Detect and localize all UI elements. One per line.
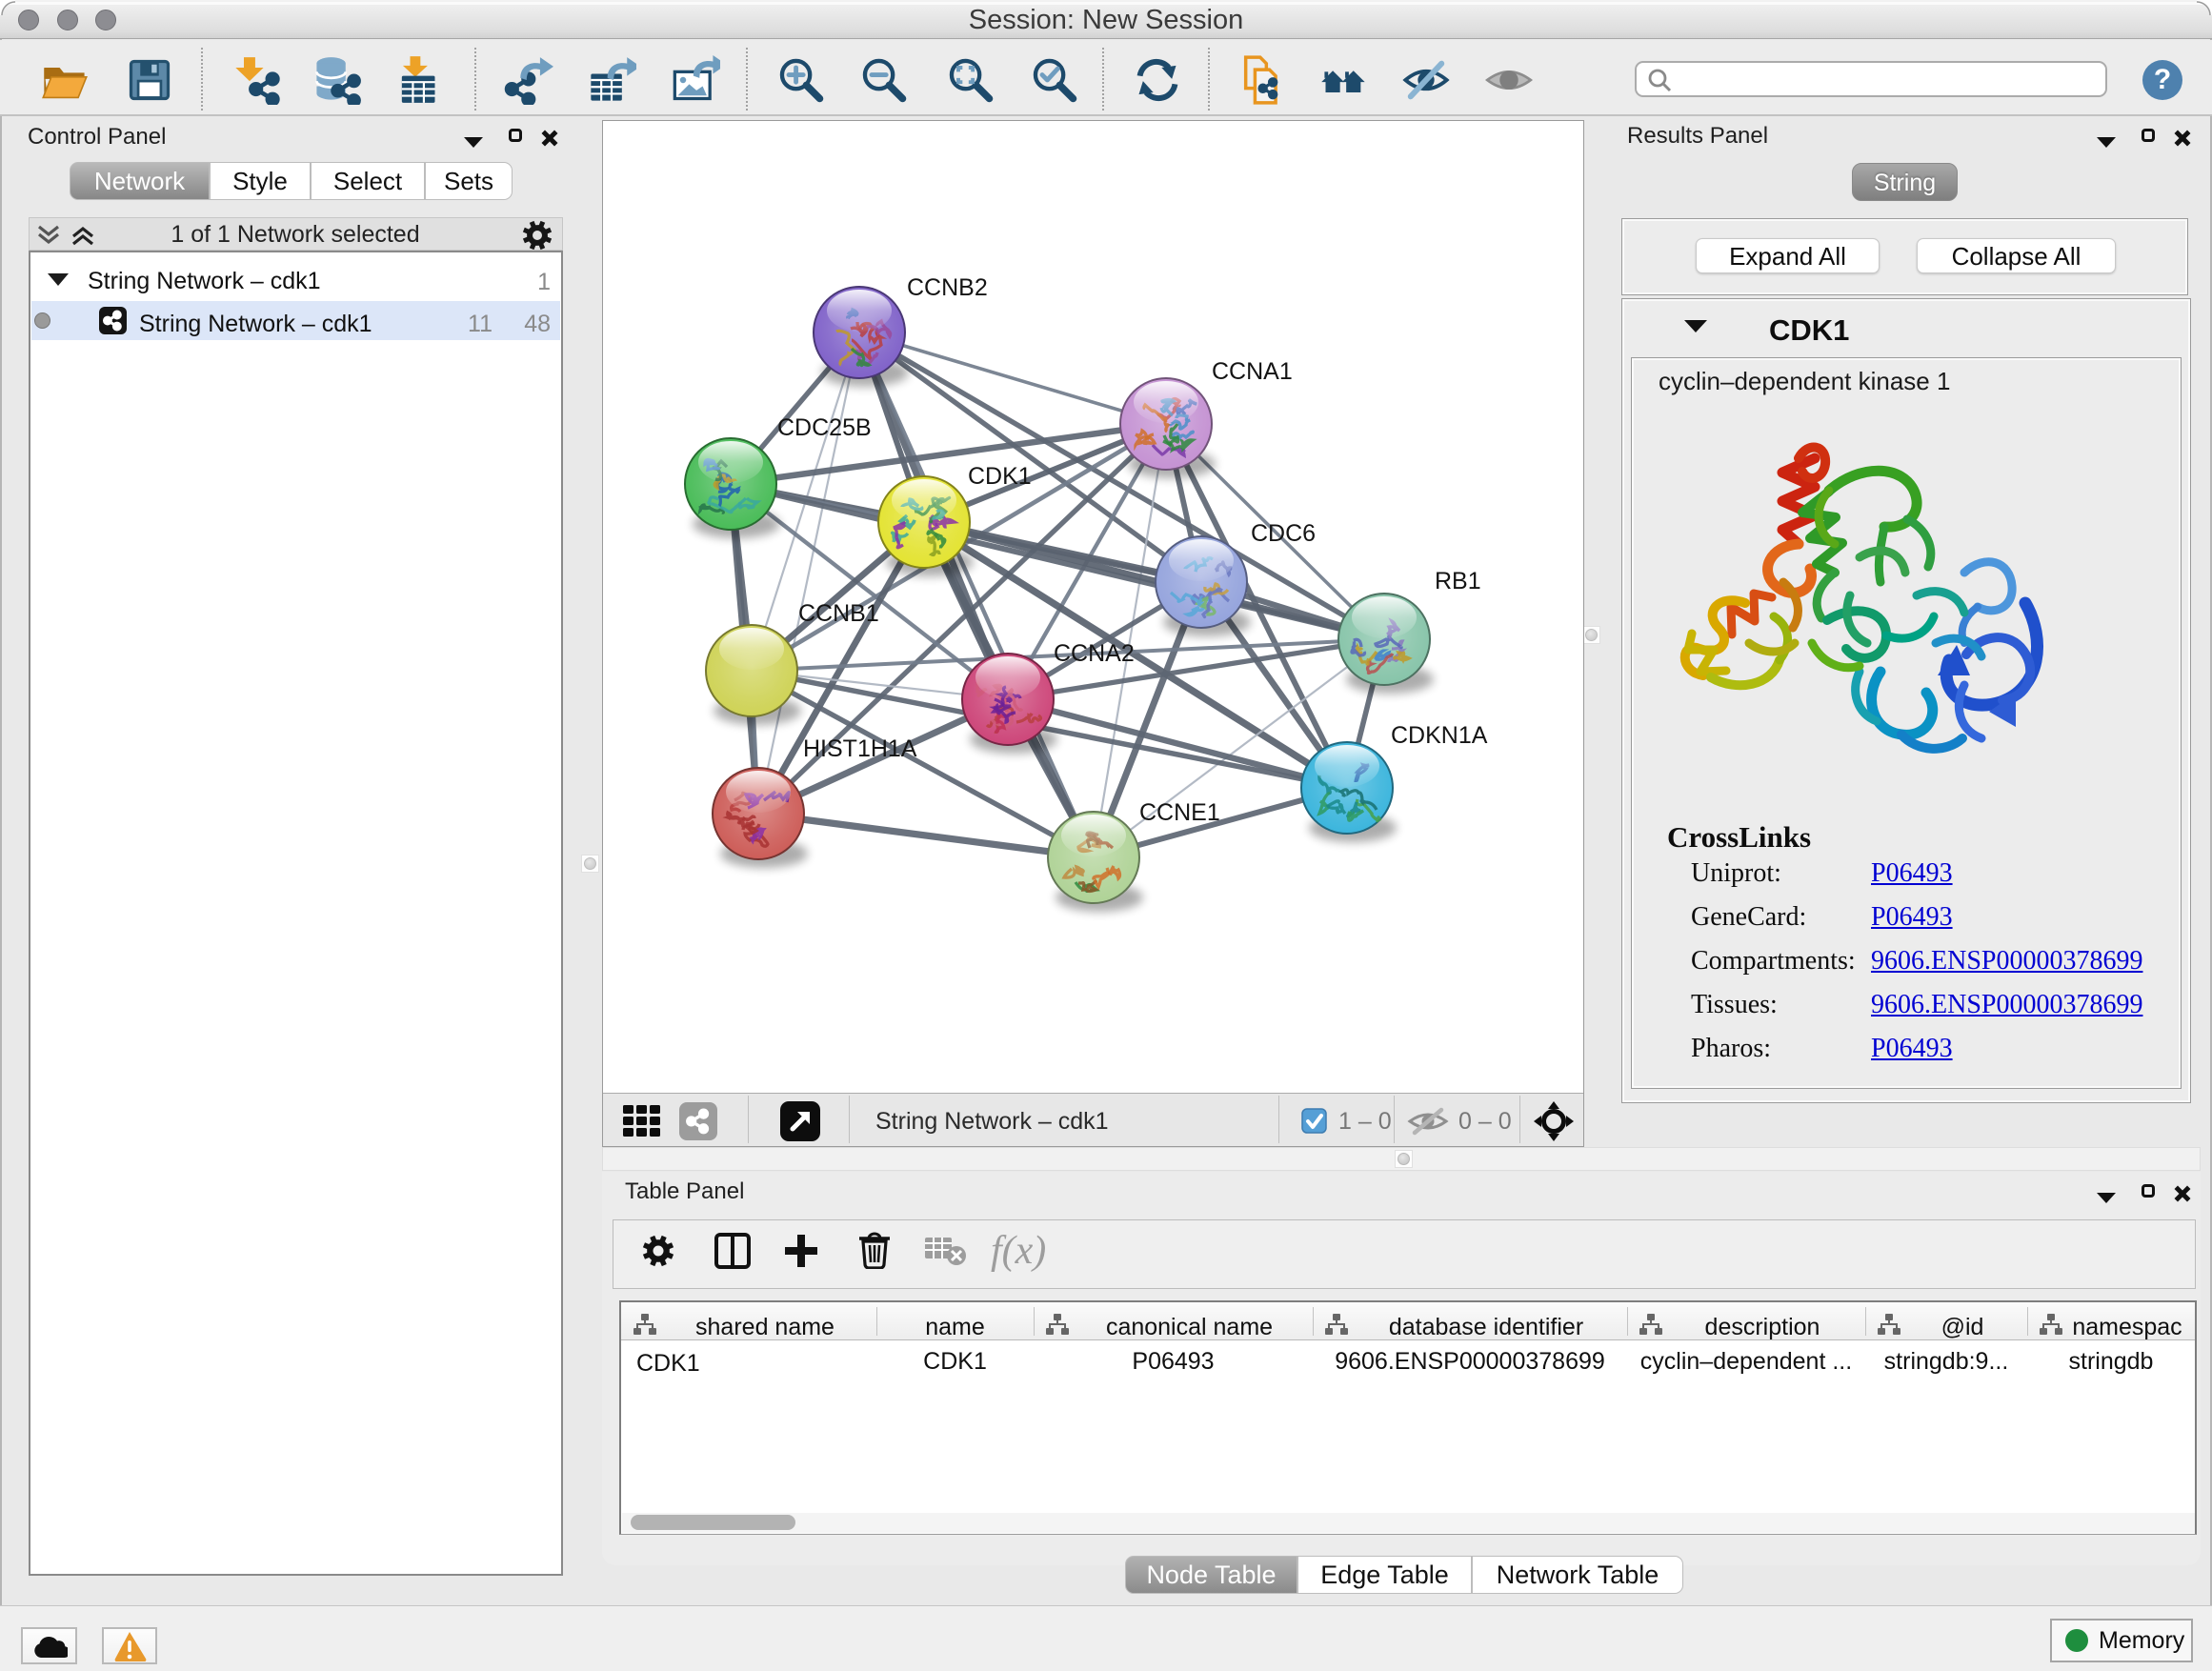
svg-text:CDKN1A: CDKN1A [1391, 722, 1488, 749]
svg-text:CCNB2: CCNB2 [907, 274, 988, 301]
svg-text:CCNA1: CCNA1 [1212, 358, 1293, 385]
svg-text:CDK1: CDK1 [968, 463, 1032, 490]
svg-text:CCNA2: CCNA2 [1054, 640, 1135, 667]
svg-text:CCNE1: CCNE1 [1139, 799, 1220, 826]
svg-text:CCNB1: CCNB1 [798, 600, 879, 627]
svg-text:CDC6: CDC6 [1251, 520, 1316, 547]
svg-text:CDC25B: CDC25B [777, 414, 872, 441]
svg-text:RB1: RB1 [1435, 568, 1481, 594]
svg-text:HIST1H1A: HIST1H1A [803, 735, 917, 762]
